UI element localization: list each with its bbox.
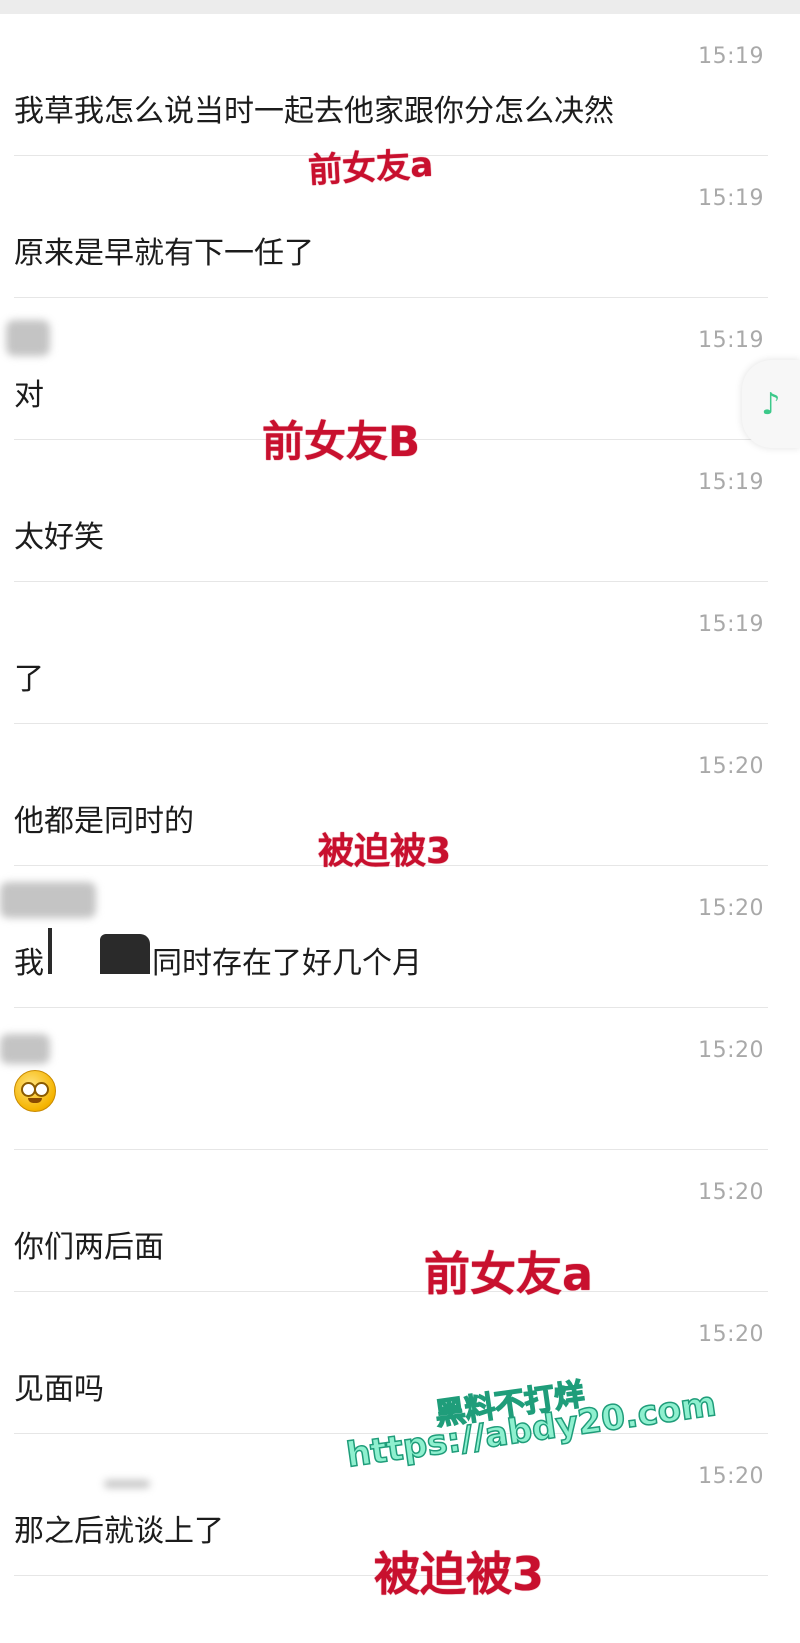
music-note-icon: ♪ <box>761 386 781 422</box>
annotation-label: 前女友a <box>307 144 435 192</box>
annotation-label: 被迫被3 <box>374 1547 545 1601</box>
message-time: 15:20 <box>698 896 764 921</box>
message-list: 15:19 我草我怎么说当时一起去他家跟你分怎么决然 15:19 原来是早就有下… <box>0 14 800 1576</box>
message-time: 15:20 <box>698 1038 764 1063</box>
message-time: 15:19 <box>698 470 764 495</box>
message-time: 15:20 <box>698 1464 764 1489</box>
message-row[interactable]: 15:19 了 <box>0 582 800 724</box>
blurred-fragment <box>104 1480 150 1488</box>
annotation-label: 前女友a <box>424 1247 594 1301</box>
message-time: 15:19 <box>698 44 764 69</box>
message-text: 我草我怎么说当时一起去他家跟你分怎么决然 <box>14 94 614 129</box>
message-text: 太好笑 <box>14 520 104 555</box>
message-row[interactable]: 15:20 你们两后面 <box>0 1150 800 1292</box>
blurred-avatar <box>0 1034 50 1064</box>
message-text: 他都是同时的 <box>14 804 194 839</box>
message-time: 15:20 <box>698 1180 764 1205</box>
message-text: 对 <box>14 378 44 413</box>
message-text: 那之后就谈上了 <box>14 1514 224 1549</box>
message-text: 你们两后面 <box>14 1230 164 1265</box>
flushed-face-emoji <box>14 1070 56 1112</box>
redaction-bar <box>48 928 52 974</box>
annotation-label: 被迫被3 <box>318 831 452 872</box>
message-time: 15:19 <box>698 328 764 353</box>
message-row[interactable]: 15:20 <box>0 1008 800 1150</box>
message-text: 见面吗 <box>14 1372 104 1407</box>
annotation-label: 前女友B <box>262 417 421 466</box>
message-text-part: 同时存在了好几个月 <box>152 946 422 981</box>
message-text: 了 <box>14 662 44 697</box>
message-time: 15:20 <box>698 754 764 779</box>
message-text: 原来是早就有下一任了 <box>14 236 314 271</box>
top-bar <box>0 0 800 14</box>
redaction-block <box>100 934 150 974</box>
blurred-avatar <box>6 320 50 356</box>
message-time: 15:19 <box>698 186 764 211</box>
music-button[interactable]: ♪ <box>742 360 800 448</box>
message-text-part: 我 <box>14 946 44 981</box>
message-row[interactable]: 15:20 我 同时存在了好几个月 <box>0 866 800 1008</box>
blurred-avatar <box>0 882 96 918</box>
message-time: 15:20 <box>698 1322 764 1347</box>
message-row[interactable]: 15:19 我草我怎么说当时一起去他家跟你分怎么决然 <box>0 14 800 156</box>
message-time: 15:19 <box>698 612 764 637</box>
